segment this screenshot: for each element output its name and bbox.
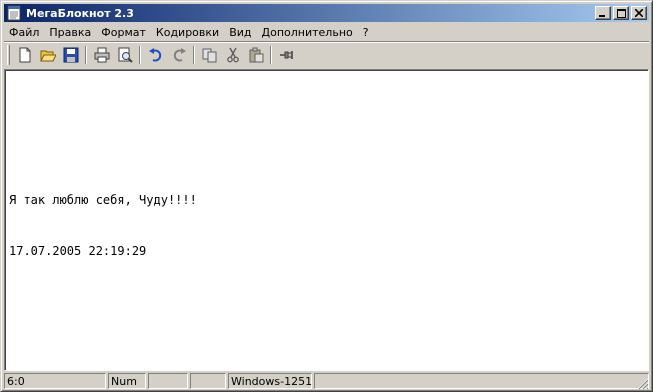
undo-button[interactable] — [144, 44, 167, 66]
cut-icon — [226, 47, 239, 63]
status-encoding: Windows-1251 — [228, 373, 312, 389]
menu-format[interactable]: Формат — [96, 26, 151, 39]
status-bar: 6:0 Num Windows-1251 — [4, 372, 649, 390]
menu-file[interactable]: Файл — [4, 26, 44, 39]
app-window: МегаБлокнот 2.3 Файл Правка Формат Кодир… — [0, 0, 653, 392]
menu-edit[interactable]: Правка — [44, 26, 96, 39]
toolbar-separator — [139, 46, 141, 64]
paste-button[interactable] — [244, 44, 267, 66]
print-icon — [94, 47, 109, 63]
menu-extra[interactable]: Дополнительно — [257, 26, 358, 39]
text-editor[interactable]: Я так люблю себя, Чуду!!!! 17.07.2005 22… — [4, 69, 649, 371]
maximize-icon — [616, 8, 626, 18]
redo-icon — [173, 48, 186, 62]
paste-icon — [249, 47, 263, 63]
close-button[interactable] — [631, 6, 647, 20]
editor-line: Я так люблю себя, Чуду!!!! — [9, 193, 197, 207]
toolbar-separator — [270, 46, 272, 64]
window-title: МегаБлокнот 2.3 — [26, 6, 134, 20]
copy-button[interactable] — [198, 44, 221, 66]
notepad-app-icon[interactable] — [6, 5, 22, 21]
redo-button[interactable] — [167, 44, 190, 66]
open-folder-icon — [39, 50, 56, 62]
status-cursor-position: 6:0 — [4, 373, 106, 389]
toolbar-separator — [85, 46, 87, 64]
editor-line: 17.07.2005 22:19:29 — [9, 244, 147, 258]
toolbar — [4, 43, 649, 67]
menu-bar: Файл Правка Формат Кодировки Вид Дополни… — [4, 23, 649, 41]
caption-buttons — [595, 6, 647, 20]
undo-icon — [148, 48, 161, 62]
save-button[interactable] — [59, 44, 82, 66]
title-bar[interactable]: МегаБлокнот 2.3 — [4, 4, 649, 22]
new-file-icon — [19, 47, 30, 63]
status-panel-6 — [314, 373, 649, 389]
copy-icon — [202, 48, 216, 63]
resize-grip-icon[interactable] — [635, 376, 649, 390]
cut-button[interactable] — [221, 44, 244, 66]
new-button[interactable] — [13, 44, 36, 66]
toolbar-separator — [193, 46, 195, 64]
print-preview-button[interactable] — [113, 44, 136, 66]
pin-icon — [279, 51, 293, 59]
menu-encodings[interactable]: Кодировки — [151, 26, 224, 39]
print-preview-icon — [118, 47, 133, 63]
minimize-button[interactable] — [595, 6, 611, 20]
close-icon — [635, 9, 643, 17]
maximize-button[interactable] — [613, 6, 629, 20]
editor-content[interactable]: Я так люблю себя, Чуду!!!! 17.07.2005 22… — [9, 158, 197, 294]
status-num-lock: Num — [108, 373, 146, 389]
menu-help[interactable]: ? — [358, 26, 374, 39]
status-panel-4 — [190, 373, 226, 389]
print-button[interactable] — [90, 44, 113, 66]
save-icon — [63, 47, 78, 63]
menu-view[interactable]: Вид — [224, 26, 256, 39]
pin-button[interactable] — [275, 44, 298, 66]
minimize-icon — [599, 15, 605, 17]
toolbar-grip[interactable] — [7, 45, 10, 65]
status-panel-3 — [148, 373, 188, 389]
open-button[interactable] — [36, 44, 59, 66]
